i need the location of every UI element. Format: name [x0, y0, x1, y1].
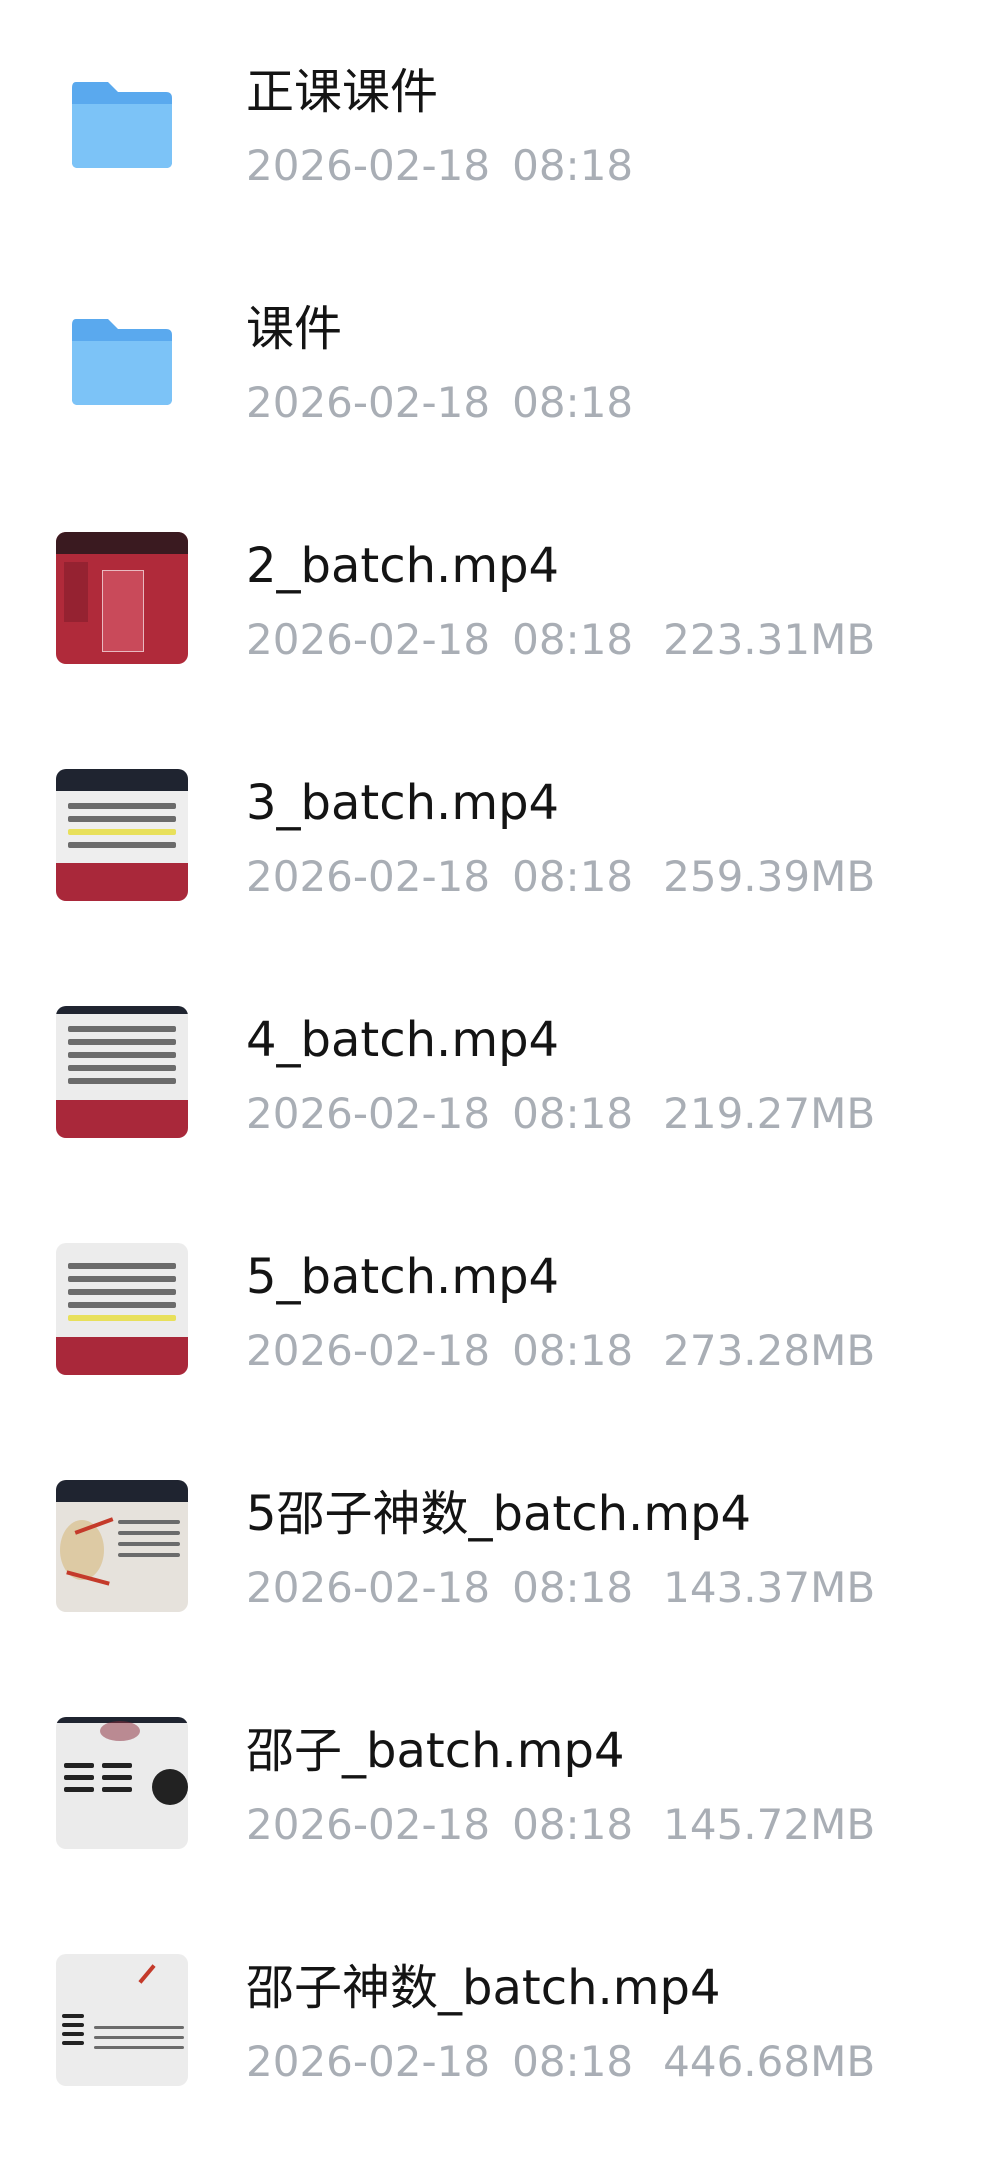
- file-date: 2026-02-18: [246, 2037, 491, 2086]
- folder-icon: [72, 319, 172, 405]
- file-meta: 2026-02-18 08:18 446.68MB: [246, 2036, 875, 2088]
- file-row[interactable]: 4_batch.mp4 2026-02-18 08:18 219.27MB: [0, 948, 998, 1185]
- file-meta: 2026-02-18 08:18 223.31MB: [246, 614, 875, 666]
- file-row[interactable]: 5_batch.mp4 2026-02-18 08:18 273.28MB: [0, 1185, 998, 1422]
- file-date: 2026-02-18: [246, 1563, 491, 1612]
- file-date: 2026-02-18: [246, 1326, 491, 1375]
- file-size: 446.68MB: [663, 2037, 876, 2086]
- file-meta: 2026-02-18 08:18 259.39MB: [246, 851, 875, 903]
- file-meta: 2026-02-18 08:18 143.37MB: [246, 1562, 875, 1614]
- file-meta: 2026-02-18 08:18 219.27MB: [246, 1088, 875, 1140]
- file-row[interactable]: 3_batch.mp4 2026-02-18 08:18 259.39MB: [0, 711, 998, 948]
- file-name: 正课课件: [246, 64, 439, 120]
- video-thumbnail: [56, 532, 188, 664]
- file-name: 邵子神数_batch.mp4: [246, 1960, 721, 2016]
- file-time: 08:18: [512, 1563, 634, 1612]
- file-time: 08:18: [512, 1089, 634, 1138]
- video-thumbnail: [56, 1006, 188, 1138]
- file-time: 08:18: [512, 2037, 634, 2086]
- file-row[interactable]: 2_batch.mp4 2026-02-18 08:18 223.31MB: [0, 474, 998, 711]
- file-date: 2026-02-18: [246, 615, 491, 664]
- file-size: 273.28MB: [663, 1326, 876, 1375]
- file-time: 08:18: [512, 378, 634, 427]
- file-time: 08:18: [512, 141, 634, 190]
- file-name: 邵子_batch.mp4: [246, 1723, 625, 1779]
- file-name: 5_batch.mp4: [246, 1249, 560, 1305]
- file-row[interactable]: 邵子_batch.mp4 2026-02-18 08:18 145.72MB: [0, 1659, 998, 1896]
- file-time: 08:18: [512, 1800, 634, 1849]
- file-row[interactable]: 5邵子神数_batch.mp4 2026-02-18 08:18 143.37MB: [0, 1422, 998, 1659]
- file-date: 2026-02-18: [246, 1800, 491, 1849]
- file-name: 3_batch.mp4: [246, 775, 560, 831]
- file-date: 2026-02-18: [246, 852, 491, 901]
- file-meta: 2026-02-18 08:18: [246, 140, 633, 192]
- file-size: 223.31MB: [663, 615, 876, 664]
- video-thumbnail: [56, 1243, 188, 1375]
- file-size: 143.37MB: [663, 1563, 876, 1612]
- file-date: 2026-02-18: [246, 378, 491, 427]
- video-thumbnail: [56, 769, 188, 901]
- file-name: 课件: [246, 301, 343, 357]
- folder-icon: [72, 82, 172, 168]
- file-meta: 2026-02-18 08:18: [246, 377, 633, 429]
- file-size: 145.72MB: [663, 1800, 876, 1849]
- file-row[interactable]: 正课课件 2026-02-18 08:18: [0, 0, 998, 237]
- file-name: 2_batch.mp4: [246, 538, 560, 594]
- file-time: 08:18: [512, 1326, 634, 1375]
- file-name: 4_batch.mp4: [246, 1012, 560, 1068]
- file-size: 259.39MB: [663, 852, 876, 901]
- video-thumbnail: [56, 1480, 188, 1612]
- file-meta: 2026-02-18 08:18 145.72MB: [246, 1799, 875, 1851]
- file-name: 5邵子神数_batch.mp4: [246, 1486, 752, 1542]
- file-row[interactable]: 邵子神数_batch.mp4 2026-02-18 08:18 446.68MB: [0, 1896, 998, 2133]
- file-size: 219.27MB: [663, 1089, 876, 1138]
- video-thumbnail: [56, 1717, 188, 1849]
- file-time: 08:18: [512, 852, 634, 901]
- file-meta: 2026-02-18 08:18 273.28MB: [246, 1325, 875, 1377]
- file-date: 2026-02-18: [246, 141, 491, 190]
- video-thumbnail: [56, 1954, 188, 2086]
- file-date: 2026-02-18: [246, 1089, 491, 1138]
- file-row[interactable]: 课件 2026-02-18 08:18: [0, 237, 998, 474]
- file-time: 08:18: [512, 615, 634, 664]
